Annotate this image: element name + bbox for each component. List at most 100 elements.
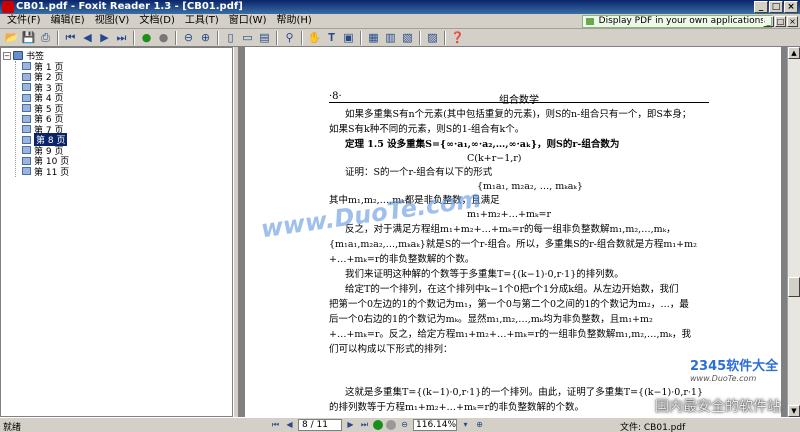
page-indicator-input[interactable]: 8 / 11 [298, 419, 342, 431]
doc-minimize-button[interactable]: _ [763, 16, 774, 27]
text-line: 证明：S的一个r-组合有以下的形式 [345, 167, 493, 178]
window-title: CB01.pdf - Foxit Reader 1.3 - [CB01.pdf] [16, 1, 243, 12]
text-line: 把第一个0左边的1的个数记为m₁，第一个0与第二个0之间的1的个数记为m₂，…，… [329, 299, 689, 310]
next-page-icon[interactable]: ▶ [97, 30, 112, 45]
promo-link[interactable]: Display PDF in your own applications [581, 15, 772, 28]
doc-maximize-button[interactable]: □ [775, 16, 786, 27]
status-text: 就绪 [3, 423, 22, 432]
next-page-button[interactable]: ▶ [345, 419, 356, 431]
status-bar: 就绪 ⏮ ◀ 8 / 11 ▶ ⏭ ⊖ 116.14% ▾ ⊕ 文件: CB01… [0, 417, 800, 432]
formula-line: C(k+r−1,r) [467, 153, 522, 164]
toolbar-separator [419, 30, 421, 45]
bookmark-page-icon [22, 156, 31, 165]
software-2345-url: www.DuoTe.com [690, 374, 757, 383]
bookmark-page-icon [22, 62, 31, 71]
page-header: ·8· 组合数学 [329, 91, 709, 106]
toolbar-separator [57, 30, 59, 45]
text-line: {m₁a₁,m₂a₂,…,mₖaₖ}就是S的一个r-组合。所以，多重集S的r-组… [329, 239, 697, 250]
document-window-controls: _ □ × [763, 16, 798, 27]
zoom-dropdown-icon[interactable]: ▾ [460, 419, 471, 431]
bookmark-item[interactable]: 第 11 页 [22, 166, 69, 178]
find-icon[interactable]: ⚲ [282, 30, 297, 45]
close-button[interactable]: × [784, 1, 798, 13]
text-line: 我们来证明这种解的个数等于多重集T={(k−1)·0,r·1}的排列数。 [345, 269, 624, 280]
bookmark-page-icon [22, 93, 31, 102]
minimize-button[interactable]: _ [754, 1, 768, 13]
single-page-icon[interactable]: ▦ [366, 30, 381, 45]
promo-text: Display PDF in your own applications [598, 16, 765, 26]
bookmarks-folder-icon [13, 51, 23, 60]
maximize-button[interactable]: □ [769, 1, 783, 13]
zoom-in-icon[interactable]: ⊕ [198, 30, 213, 45]
menu-view[interactable]: 视图(V) [90, 14, 135, 28]
software-2345-label: 2345软件大全 [690, 359, 779, 374]
menu-window[interactable]: 窗口(W) [224, 14, 272, 28]
toolbar: 📂 💾 ⎙ ⏮ ◀ ▶ ⏭ ● ● ⊖ ⊕ ▯ ▭ ▤ ⚲ ✋ 𝐓 ▣ ▦ ▥ … [0, 29, 800, 47]
text-line: 们可以构成以下形式的排列： [329, 344, 453, 355]
bookmark-page-icon [22, 135, 31, 144]
prev-page-icon[interactable]: ◀ [80, 30, 95, 45]
menu-file[interactable]: 文件(F) [2, 14, 46, 28]
page-header-title: 组合数学 [499, 95, 539, 106]
save-icon[interactable]: 💾 [21, 30, 36, 45]
vertical-scrollbar[interactable]: ▲ ▼ [787, 47, 800, 417]
toolbar-separator [444, 30, 446, 45]
scroll-down-icon[interactable]: ▼ [788, 405, 800, 417]
hand-tool-icon[interactable]: ✋ [307, 30, 322, 45]
go-forward-status-icon[interactable] [386, 420, 396, 430]
title-bar: CB01.pdf - Foxit Reader 1.3 - [CB01.pdf]… [0, 0, 800, 14]
snapshot-icon[interactable]: ▣ [341, 30, 356, 45]
actual-size-icon[interactable]: ▯ [223, 30, 238, 45]
toolbar-separator [217, 30, 219, 45]
prev-page-button[interactable]: ◀ [284, 419, 295, 431]
print-icon[interactable]: ⎙ [38, 30, 53, 45]
app-icon [2, 1, 14, 13]
text-line: 给定T的一个排列，在这个排列中k−1个0把r个1分成k组。从左边开始数，我们 [345, 284, 679, 295]
bookmark-list: 第 1 页第 2 页第 3 页第 4 页第 5 页第 6 页第 7 页第 8 页… [15, 61, 69, 178]
zoom-out-icon[interactable]: ⊖ [181, 30, 196, 45]
window-controls: _ □ × [754, 1, 798, 13]
continuous-icon[interactable]: ▥ [383, 30, 398, 45]
menu-help[interactable]: 帮助(H) [271, 14, 316, 28]
collapse-toggle-icon[interactable]: − [3, 51, 11, 60]
bookmark-page-icon [22, 72, 31, 81]
open-icon[interactable]: 📂 [4, 30, 19, 45]
text-line: 如果S有k种不同的元素，则S的1-组合有k个。 [329, 124, 525, 135]
toolbar-separator [133, 30, 135, 45]
fit-page-icon[interactable]: ▭ [240, 30, 255, 45]
last-page-button[interactable]: ⏭ [359, 419, 370, 431]
zoom-input[interactable]: 116.14% [413, 419, 457, 431]
go-forward-icon[interactable]: ● [156, 30, 171, 45]
text-line: 如果多重集S有n个元素(其中包括重复的元素)，则S的n-组合只有一个，即S本身； [345, 109, 692, 120]
toolbar-separator [175, 30, 177, 45]
bookmark-page-icon [22, 104, 31, 113]
doc-close-button[interactable]: × [787, 16, 798, 27]
text-line: 后一个0右边的1的个数记为mₖ。显然m₁,m₂,…,mₖ均为非负整数，且m₁+m… [329, 314, 653, 325]
go-back-icon[interactable]: ● [139, 30, 154, 45]
facing-icon[interactable]: ▧ [400, 30, 415, 45]
zoom-out-status-icon[interactable]: ⊖ [399, 419, 410, 431]
text-line: 反之，对于满足方程组m₁+m₂+…+mₖ=r的每一组非负整数解m₁,m₂,…,m… [345, 224, 676, 235]
last-page-icon[interactable]: ⏭ [114, 30, 129, 45]
first-page-button[interactable]: ⏮ [270, 419, 281, 431]
text-line: 的排列数等于方程m₁+m₂+…+mₖ=r的非负整数解的个数。 [329, 402, 584, 413]
menu-tools[interactable]: 工具(T) [180, 14, 224, 28]
theorem-line: 定理 1.5 设多重集S={∞·a₁,∞·a₂,…,∞·aₖ}，则S的r-组合数… [345, 139, 620, 150]
fit-width-icon[interactable]: ▤ [257, 30, 272, 45]
bookmark-toggle-icon[interactable]: ▨ [425, 30, 440, 45]
go-back-status-icon[interactable] [373, 420, 383, 430]
toolbar-separator [360, 30, 362, 45]
text-line: 这就是多重集T={(k−1)·0,r·1}的一个排列。由此，证明了多重集T={(… [345, 387, 703, 398]
text-select-icon[interactable]: 𝐓 [324, 30, 339, 45]
file-name-label: 文件: CB01.pdf [620, 423, 686, 432]
first-page-icon[interactable]: ⏮ [63, 30, 78, 45]
scroll-thumb[interactable] [788, 277, 800, 297]
safest-site-watermark: 国内最安全的软件站 [655, 399, 781, 415]
text-line: +…+mₖ=r的非负整数解的个数。 [329, 254, 475, 265]
menu-document[interactable]: 文档(D) [134, 14, 180, 28]
menu-edit[interactable]: 编辑(E) [46, 14, 90, 28]
help-icon[interactable]: ❓ [450, 30, 465, 45]
bookmark-page-icon [22, 83, 31, 92]
zoom-in-status-icon[interactable]: ⊕ [474, 419, 485, 431]
scroll-up-icon[interactable]: ▲ [788, 47, 800, 59]
